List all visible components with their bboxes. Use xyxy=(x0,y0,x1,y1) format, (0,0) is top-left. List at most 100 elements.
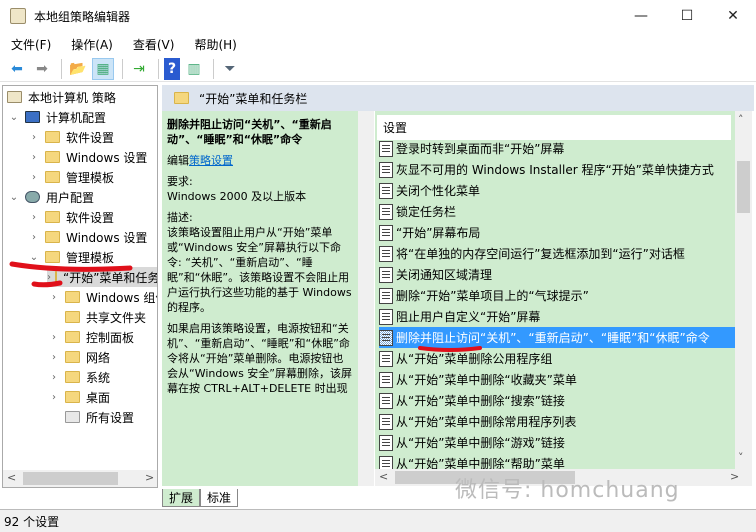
tree-cc-admin[interactable]: › 管理模板 xyxy=(27,167,114,187)
section-title: “开始”菜单和任务栏 xyxy=(199,91,308,106)
tree-horizontal-scrollbar[interactable]: < > xyxy=(3,470,157,487)
tree-network[interactable]: › 网络 xyxy=(47,347,110,367)
list-item[interactable]: 从“开始”菜单中删除常用程序列表 xyxy=(379,411,735,432)
column-header-setting[interactable]: 设置 xyxy=(377,115,731,140)
tree-label: 软件设置 xyxy=(66,210,115,225)
list-item[interactable]: “开始”屏幕布局 xyxy=(379,222,735,243)
computer-icon xyxy=(25,111,40,123)
folder-icon xyxy=(45,171,60,183)
chevron-right-icon[interactable]: › xyxy=(27,172,41,183)
tab-extended[interactable]: 扩展 xyxy=(162,489,201,507)
policy-setting-icon xyxy=(379,350,393,367)
action-pane-icon[interactable]: ▥ xyxy=(183,58,205,80)
list-item[interactable]: 从“开始”菜单中删除“游戏”链接 xyxy=(379,432,735,453)
policy-setting-icon xyxy=(379,434,393,451)
tree-user-config[interactable]: ⌄ 用户配置 xyxy=(7,187,94,207)
scroll-down-icon[interactable]: ˅ xyxy=(738,451,744,464)
menu-file[interactable]: 文件(F) xyxy=(11,36,51,53)
chevron-right-icon[interactable]: › xyxy=(47,332,61,343)
list-item[interactable]: 关闭个性化菜单 xyxy=(379,180,735,201)
list-item-label: 从“开始”菜单中删除“搜索”链接 xyxy=(396,394,565,408)
scroll-right-icon[interactable]: > xyxy=(145,471,154,484)
chevron-right-icon[interactable]: › xyxy=(47,272,51,283)
toolbar-separator xyxy=(122,58,123,79)
tree-uc-windows[interactable]: › Windows 设置 xyxy=(27,227,147,247)
list-item[interactable]: 锁定任务栏 xyxy=(379,201,735,222)
chevron-right-icon[interactable]: › xyxy=(27,232,41,243)
tree-shared-folders[interactable]: 共享文件夹 xyxy=(47,307,146,327)
list-item-label: 从“开始”菜单删除公用程序组 xyxy=(396,352,553,366)
chevron-down-icon[interactable]: ⌄ xyxy=(7,112,21,123)
list-item[interactable]: 从“开始”菜单删除公用程序组 xyxy=(379,348,735,369)
scroll-left-icon[interactable]: < xyxy=(379,470,388,483)
show-hide-tree-icon[interactable]: ▦ xyxy=(92,57,114,80)
tree-uc-software[interactable]: › 软件设置 xyxy=(27,207,114,227)
tree-uc-admin[interactable]: ⌄ 管理模板 xyxy=(27,247,114,267)
chevron-right-icon[interactable]: › xyxy=(27,132,41,143)
chevron-down-icon[interactable]: ⌄ xyxy=(27,252,41,263)
menu-view[interactable]: 查看(V) xyxy=(133,36,175,53)
help-icon[interactable]: ? xyxy=(164,57,180,80)
list-vertical-scrollbar[interactable]: ˄ ˅ xyxy=(735,111,752,469)
chevron-right-icon[interactable]: › xyxy=(47,352,61,363)
tree-computer-config[interactable]: ⌄ 计算机配置 xyxy=(7,107,106,127)
tree-all-settings[interactable]: 所有设置 xyxy=(47,407,134,427)
column-header-label: 设置 xyxy=(383,121,408,135)
tab-standard[interactable]: 标准 xyxy=(200,489,239,507)
scroll-up-icon[interactable]: ˄ xyxy=(738,113,744,126)
list-item-label: 从“开始”菜单中删除“收藏夹”菜单 xyxy=(396,373,577,387)
tree-cc-software[interactable]: › 软件设置 xyxy=(27,127,114,147)
window-title: 本地组策略编辑器 xyxy=(34,9,131,24)
list-item[interactable]: 从“开始”菜单中删除“搜索”链接 xyxy=(379,390,735,411)
chevron-down-icon[interactable]: ⌄ xyxy=(7,192,21,203)
back-arrow-icon[interactable]: ⬅ xyxy=(6,58,28,80)
tree-cc-windows[interactable]: › Windows 设置 xyxy=(27,147,147,167)
list-item[interactable]: 从“开始”菜单中删除“收藏夹”菜单 xyxy=(379,369,735,390)
chevron-right-icon[interactable]: › xyxy=(47,372,61,383)
tree-windows-components[interactable]: › Windows 组件 xyxy=(47,287,157,307)
menu-action[interactable]: 操作(A) xyxy=(71,36,113,53)
list-item[interactable]: 灰显不可用的 Windows Installer 程序“开始”菜单快捷方式 xyxy=(379,159,735,180)
chevron-right-icon[interactable]: › xyxy=(47,392,61,403)
policy-setting-icon xyxy=(379,140,393,157)
list-item[interactable]: 登录时转到桌面而非“开始”屏幕 xyxy=(379,138,735,159)
scrollbar-thumb[interactable] xyxy=(23,472,118,485)
up-folder-icon[interactable]: 📂 xyxy=(67,58,89,80)
list-item[interactable]: 删除并阻止访问“关机”、“重新启动”、“睡眠”和“休眠”命令 xyxy=(379,327,735,348)
chevron-right-icon[interactable]: › xyxy=(27,152,41,163)
folder-icon xyxy=(65,371,80,383)
tree-desktop[interactable]: › 桌面 xyxy=(47,387,110,407)
folder-icon xyxy=(65,391,80,403)
tree-label: 桌面 xyxy=(86,390,111,405)
tree-label: 网络 xyxy=(86,350,111,365)
tree-root[interactable]: 本地计算机 策略 xyxy=(7,87,116,107)
maximize-button[interactable]: ☐ xyxy=(664,0,710,32)
forward-arrow-icon[interactable]: ➡ xyxy=(31,58,53,80)
list-item[interactable]: 从“开始”菜单中删除“帮助”菜单 xyxy=(379,453,735,469)
list-item[interactable]: 阻止用户自定义“开始”屏幕 xyxy=(379,306,735,327)
list-item[interactable]: 关闭通知区域清理 xyxy=(379,264,735,285)
chevron-right-icon[interactable]: › xyxy=(27,212,41,223)
list-item[interactable]: 删除“开始”菜单项目上的“气球提示” xyxy=(379,285,735,306)
policy-setting-icon xyxy=(379,203,393,220)
description-scrollbar[interactable] xyxy=(358,111,374,486)
menu-help[interactable]: 帮助(H) xyxy=(194,36,236,53)
minimize-button[interactable]: — xyxy=(618,0,664,32)
description-panel: 删除并阻止访问“关机”、“重新启动”、“睡眠”和“休眠”命令 编辑策略设置 要求… xyxy=(162,111,358,486)
close-button[interactable]: ✕ xyxy=(710,0,756,32)
filter-icon[interactable]: ⏷ xyxy=(219,58,241,80)
description-label: 描述: xyxy=(167,211,193,224)
tree-control-panel[interactable]: › 控制面板 xyxy=(47,327,134,347)
policy-setting-icon xyxy=(379,224,393,241)
policy-tree: 本地计算机 策略 ⌄ 计算机配置 › 软件设置 › Windows 设置 › 管理模板 … xyxy=(2,85,158,488)
edit-policy-link[interactable]: 策略设置 xyxy=(189,154,233,167)
toolbar-separator xyxy=(158,58,159,79)
tree-start-menu[interactable]: › “开始”菜单和任务栏 xyxy=(47,267,157,287)
chevron-right-icon[interactable]: › xyxy=(47,292,61,303)
scroll-right-icon[interactable]: > xyxy=(730,470,739,483)
scroll-left-icon[interactable]: < xyxy=(7,471,16,484)
list-item[interactable]: 将“在单独的内存空间运行”复选框添加到“运行”对话框 xyxy=(379,243,735,264)
scrollbar-thumb[interactable] xyxy=(737,161,750,213)
export-list-icon[interactable]: ⇥ xyxy=(128,58,150,80)
tree-system[interactable]: › 系统 xyxy=(47,367,110,387)
